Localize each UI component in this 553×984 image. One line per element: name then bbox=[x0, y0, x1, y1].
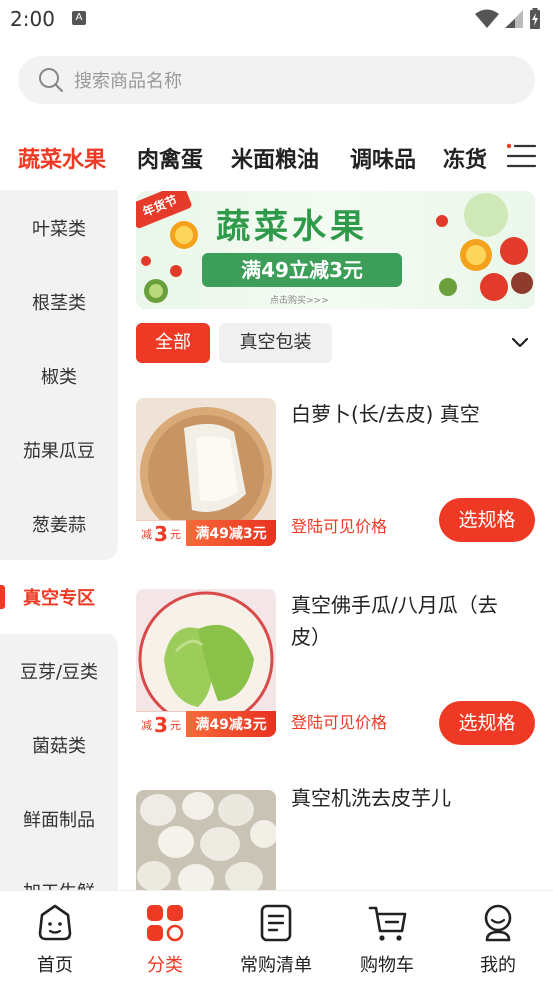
category-grid-icon bbox=[147, 905, 184, 942]
search-icon bbox=[39, 68, 64, 93]
promo-amount: 3 bbox=[154, 521, 168, 546]
banner-title: 蔬菜水果 bbox=[216, 207, 368, 247]
nav-home[interactable]: 首页 bbox=[0, 891, 110, 984]
sidebar-item-roots[interactable]: 根茎类 bbox=[0, 265, 118, 339]
filter-all-chip[interactable]: 全部 bbox=[136, 323, 210, 363]
nav-cart-label: 购物车 bbox=[360, 955, 414, 976]
sidebar-item-sprouts-beans[interactable]: 豆芽/豆类 bbox=[0, 634, 118, 708]
sidebar-item-vacuum[interactable]: 真空专区 bbox=[0, 560, 118, 634]
sidebar-item-scallion-ginger-garlic[interactable]: 葱姜蒜 bbox=[0, 487, 118, 561]
banner-subtext: 点击购买>>> bbox=[270, 296, 329, 306]
nav-category[interactable]: 分类 bbox=[110, 891, 220, 984]
select-spec-button[interactable]: 选规格 bbox=[439, 498, 535, 542]
promo-unit: 元 bbox=[169, 718, 181, 732]
nav-profile-label: 我的 bbox=[480, 955, 516, 976]
chevron-down-icon[interactable] bbox=[510, 335, 530, 351]
sidebar-item-leafy[interactable]: 叶菜类 bbox=[0, 191, 118, 265]
wifi-icon bbox=[475, 9, 499, 28]
banner-promo-pill: 满49立减3元 bbox=[202, 253, 402, 287]
subcategory-sidebar: 叶菜类 根茎类 椒类 茄果瓜豆 葱姜蒜 真空专区 豆芽/豆类 菌菇类 鲜面制品 … bbox=[0, 190, 118, 890]
sidebar-item-mushrooms[interactable]: 菌菇类 bbox=[0, 708, 118, 782]
promo-banner[interactable]: 年货节 蔬菜水果 满49立减3元 点击购买>>> bbox=[136, 191, 535, 309]
promo-prefix: 减 bbox=[141, 527, 153, 541]
nav-frequent-list-label: 常购清单 bbox=[240, 955, 312, 976]
list-document-icon bbox=[260, 904, 292, 942]
sidebar-item-processed[interactable]: 加工生鲜 bbox=[0, 856, 118, 890]
tab-rice-flour-oil[interactable]: 米面粮油 bbox=[231, 142, 319, 174]
promo-strip: 减3元 满49减3元 bbox=[136, 520, 276, 546]
select-spec-button[interactable]: 选规格 bbox=[439, 701, 535, 745]
signal-icon bbox=[505, 10, 523, 28]
product-card[interactable]: 真空机洗去皮芋儿 bbox=[136, 782, 536, 890]
nav-frequent-list[interactable]: 常购清单 bbox=[221, 891, 331, 984]
login-to-see-price[interactable]: 登陆可见价格 bbox=[291, 513, 387, 537]
tab-seasonings[interactable]: 调味品 bbox=[350, 142, 416, 174]
product-image-taro[interactable] bbox=[136, 790, 276, 890]
product-name[interactable]: 白萝卜(长/去皮) 真空 bbox=[291, 398, 527, 430]
tab-vegetables-fruits[interactable]: 蔬菜水果 bbox=[18, 142, 106, 174]
product-name[interactable]: 真空机洗去皮芋儿 bbox=[291, 782, 527, 814]
profile-icon bbox=[484, 904, 512, 942]
login-to-see-price[interactable]: 登陆可见价格 bbox=[291, 709, 387, 733]
product-card[interactable]: 减3元 满49减3元 白萝卜(长/去皮) 真空 登陆可见价格 选规格 bbox=[136, 398, 536, 578]
promo-strip: 减3元 满49减3元 bbox=[136, 711, 276, 737]
product-name[interactable]: 真空佛手瓜/八月瓜（去皮） bbox=[291, 589, 527, 653]
search-bar[interactable]: 搜索商品名称 bbox=[18, 56, 535, 104]
sidebar-item-fresh-noodles[interactable]: 鲜面制品 bbox=[0, 782, 118, 856]
tab-frozen[interactable]: 冻货 bbox=[443, 142, 487, 174]
battery-charging-icon bbox=[530, 8, 540, 29]
sidebar-item-solanaceous[interactable]: 茄果瓜豆 bbox=[0, 413, 118, 487]
promo-prefix: 减 bbox=[141, 718, 153, 732]
nav-category-label: 分类 bbox=[147, 955, 183, 976]
promo-threshold: 满49减3元 bbox=[186, 520, 276, 546]
status-time: 2:00 bbox=[10, 7, 55, 31]
taro-illustration bbox=[137, 792, 276, 890]
status-bar: 2:00 A bbox=[0, 0, 553, 40]
filter-vacuum-chip[interactable]: 真空包装 bbox=[219, 323, 332, 363]
keyboard-a-icon: A bbox=[72, 11, 86, 25]
search-placeholder: 搜索商品名称 bbox=[74, 71, 182, 92]
nav-cart[interactable]: 购物车 bbox=[332, 891, 442, 984]
bottom-navigation: 首页 分类 常购清单 购物车 我的 bbox=[0, 890, 553, 984]
promo-amount: 3 bbox=[154, 712, 168, 737]
home-face-icon bbox=[38, 904, 72, 941]
promo-unit: 元 bbox=[169, 527, 181, 541]
tab-meat-poultry-eggs[interactable]: 肉禽蛋 bbox=[137, 142, 203, 174]
nav-profile[interactable]: 我的 bbox=[443, 891, 553, 984]
cart-icon bbox=[368, 906, 407, 941]
sidebar-item-peppers[interactable]: 椒类 bbox=[0, 339, 118, 413]
product-image-chayote[interactable]: 减3元 满49减3元 bbox=[136, 589, 276, 737]
menu-list-icon[interactable] bbox=[506, 143, 536, 169]
product-image-radish[interactable]: 减3元 满49减3元 bbox=[136, 398, 276, 546]
product-card[interactable]: 减3元 满49减3元 真空佛手瓜/八月瓜（去皮） 登陆可见价格 选规格 bbox=[136, 589, 536, 769]
nav-home-label: 首页 bbox=[37, 955, 73, 976]
promo-threshold: 满49减3元 bbox=[186, 711, 276, 737]
category-tabs: 蔬菜水果 肉禽蛋 米面粮油 调味品 冻货 bbox=[0, 136, 553, 180]
